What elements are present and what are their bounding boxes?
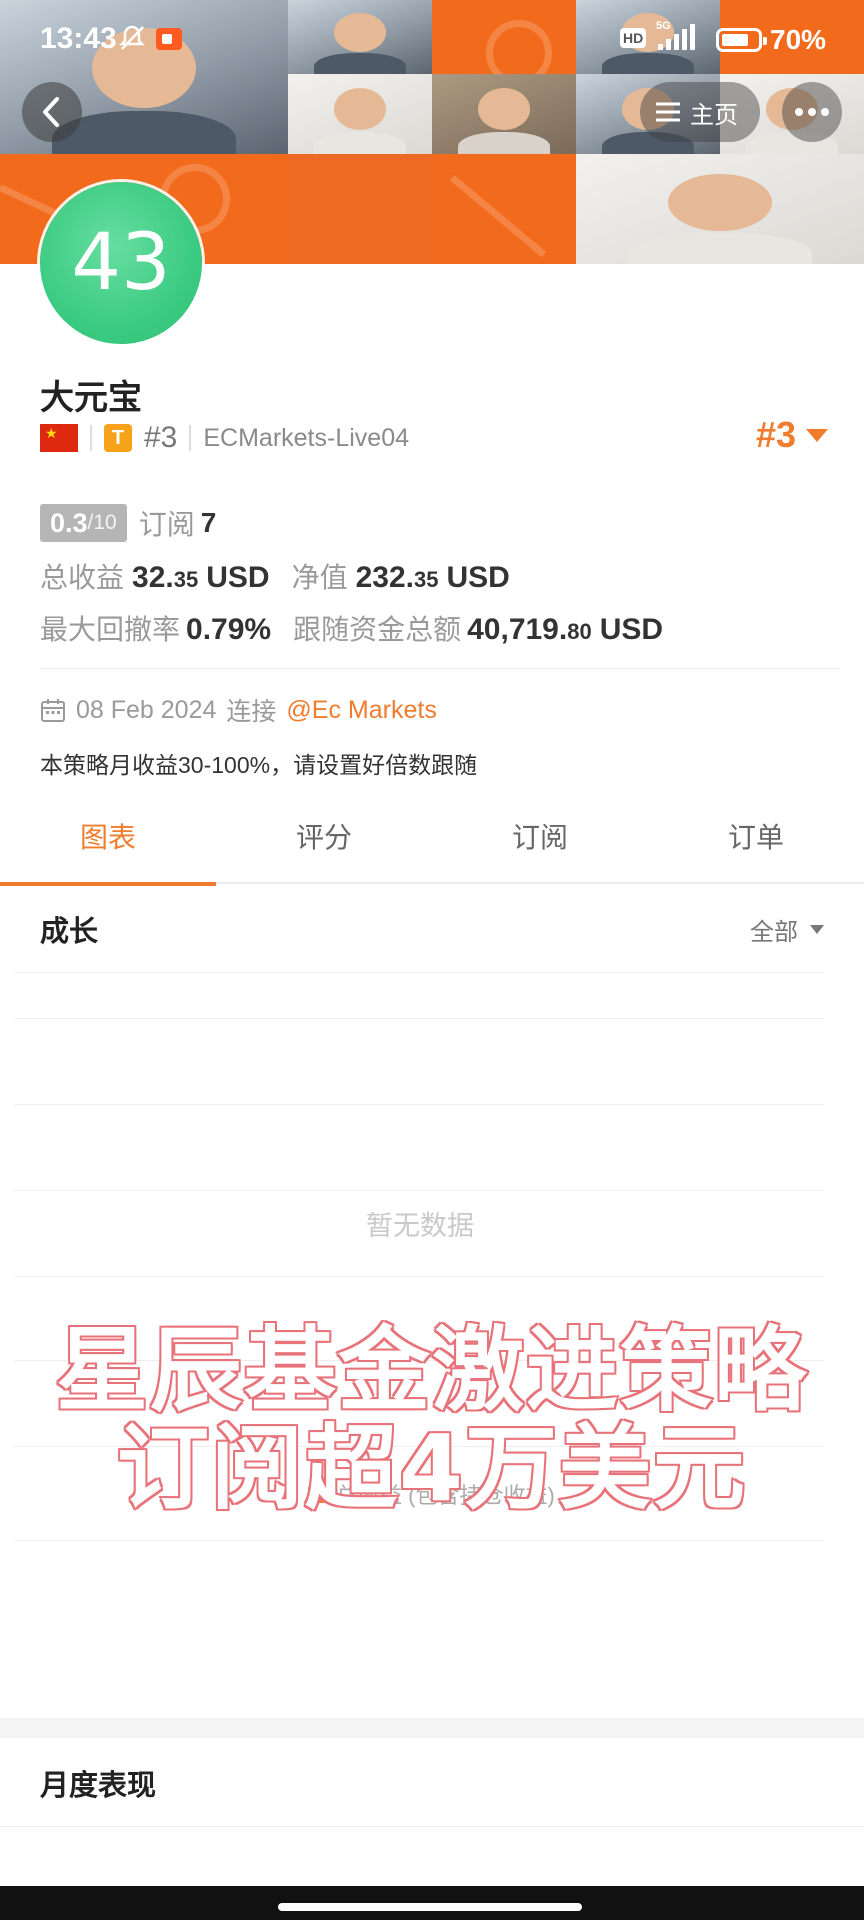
divider xyxy=(40,668,840,669)
empty-state-text: 暂无数据 xyxy=(366,1211,474,1241)
home-button[interactable]: 主页 xyxy=(640,82,760,142)
tier-badge: T xyxy=(104,424,132,452)
score-row: 0.3 /10 订阅 7 xyxy=(40,504,216,542)
battery-icon xyxy=(716,28,767,52)
profile-name: 大元宝 xyxy=(40,379,142,417)
max-drawdown-label: 最大回撤率 xyxy=(40,614,181,645)
section-gap xyxy=(0,1718,864,1738)
divider xyxy=(0,1826,864,1827)
profile-meta-row: T #3 ECMarkets-Live04 xyxy=(40,420,409,456)
screen-record-icon xyxy=(156,28,182,50)
more-dot-icon xyxy=(808,108,816,116)
follow-funds-dec: 80 xyxy=(567,619,592,644)
chart-gridline xyxy=(14,1276,824,1277)
connect-label: 连接 xyxy=(226,698,277,726)
tab-subscribe[interactable]: 订阅 xyxy=(432,788,648,884)
chart-gridline xyxy=(14,1540,824,1541)
chart-gridline xyxy=(14,1190,824,1191)
caret-down-icon xyxy=(810,925,824,934)
period-filter-dropdown[interactable]: 全部 xyxy=(750,912,824,947)
svg-text:5G: 5G xyxy=(656,20,671,32)
total-profit-unit: USD xyxy=(206,561,270,594)
strategy-description: 本策略月收益30-100%，请设置好倍数跟随 xyxy=(40,752,478,778)
period-filter-label: 全部 xyxy=(750,919,798,946)
growth-title: 成长 xyxy=(40,916,99,948)
connect-date: 08 Feb 2024 xyxy=(76,695,217,724)
more-dot-icon xyxy=(795,108,803,116)
tab-chart[interactable]: 图表 xyxy=(0,788,216,886)
net-value-dec: 35 xyxy=(413,567,439,592)
total-profit-int: 32. xyxy=(132,561,174,594)
score-total: /10 xyxy=(87,511,117,534)
rank-label: #3 xyxy=(144,421,178,454)
banner-pattern xyxy=(432,154,576,264)
subscribe-label: 订阅 xyxy=(138,509,195,540)
home-button-label: 主页 xyxy=(690,101,738,129)
follow-funds-int: 40,719. xyxy=(467,613,568,646)
home-indicator[interactable] xyxy=(278,1903,582,1911)
score-value: 0.3 xyxy=(50,507,88,538)
net-value-int: 232. xyxy=(355,561,414,594)
mute-bell-icon xyxy=(118,25,146,50)
calendar-icon xyxy=(41,699,65,722)
banner-photo xyxy=(576,154,864,264)
rank-dropdown[interactable]: #3 xyxy=(756,414,828,456)
chart-gridline xyxy=(14,1018,824,1019)
signal-icon: 5G xyxy=(656,20,695,50)
drawdown-row: 最大回撤率 0.79% 跟随资金总额 40,719. 80 USD xyxy=(40,608,663,648)
rank-value: #3 xyxy=(755,414,796,455)
banner-pattern xyxy=(288,154,432,264)
status-time: 13:43 xyxy=(40,22,117,55)
follow-funds-unit: USD xyxy=(599,613,664,646)
china-flag-icon xyxy=(40,424,78,452)
back-button[interactable] xyxy=(22,82,82,142)
chart-gridline xyxy=(14,1104,824,1105)
tab-orders[interactable]: 订单 xyxy=(648,788,864,884)
monthly-title: 月度表现 xyxy=(40,1770,157,1802)
banner-photo xyxy=(432,74,576,154)
total-profit-label: 总收益 xyxy=(40,562,125,593)
chevron-left-icon xyxy=(43,97,59,127)
net-value-unit: USD xyxy=(446,561,510,594)
chart-gridline xyxy=(14,972,824,973)
divider xyxy=(189,425,192,451)
max-drawdown-value: 0.79% xyxy=(186,613,272,646)
subscribe-count: 7 xyxy=(200,507,217,538)
score-badge: 0.3 /10 xyxy=(40,504,127,542)
tab-rating[interactable]: 评分 xyxy=(216,788,432,884)
profit-row: 总收益 32. 35 USD 净值 232. 35 USD xyxy=(40,556,510,596)
follow-funds-label: 跟随资金总额 xyxy=(293,614,462,645)
total-profit-dec: 35 xyxy=(173,567,199,592)
more-options-button[interactable] xyxy=(782,82,842,142)
caret-down-icon xyxy=(806,428,828,442)
status-bar: 13:43 HD 5G 70% xyxy=(0,0,864,80)
overlay-caption-line2: 订阅超4万美元 xyxy=(115,1414,747,1524)
banner-photo xyxy=(288,74,432,154)
more-dot-icon xyxy=(821,108,829,116)
avatar: 43 xyxy=(40,182,202,344)
hd-indicator: HD xyxy=(620,28,647,48)
battery-percent: 70% xyxy=(770,24,827,55)
connect-row: 08 Feb 2024 连接 @Ec Markets xyxy=(40,692,437,728)
net-value-label: 净值 xyxy=(291,562,348,593)
server-name: ECMarkets-Live04 xyxy=(203,423,410,452)
broker-link[interactable]: @Ec Markets xyxy=(286,696,436,725)
divider xyxy=(90,425,92,451)
menu-icon xyxy=(656,102,680,122)
tab-bar: 图表 评分 订阅 订单 xyxy=(0,788,864,886)
